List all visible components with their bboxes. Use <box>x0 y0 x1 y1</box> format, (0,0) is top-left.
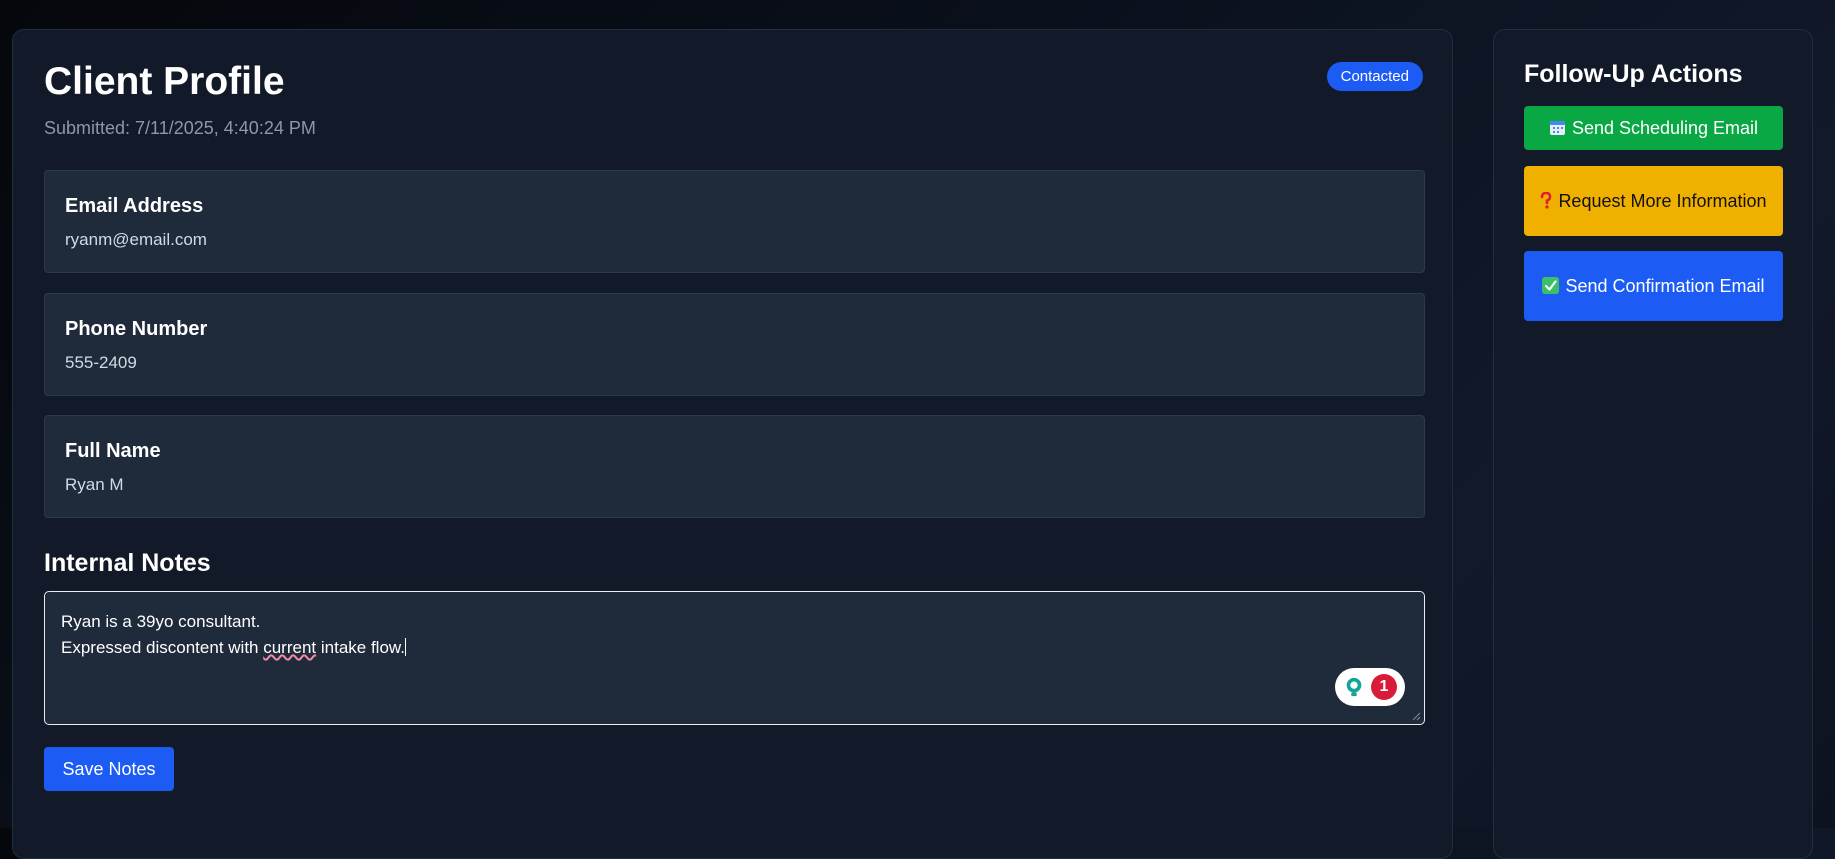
phone-label: Phone Number <box>65 318 208 340</box>
checkmark-icon <box>1542 276 1560 294</box>
send-scheduling-email-button[interactable]: Send Scheduling Email <box>1524 106 1783 150</box>
send-confirmation-email-button[interactable]: Send Confirmation Email <box>1524 251 1783 321</box>
button-label: Request More Information <box>1558 190 1767 211</box>
email-value: ryanm@email.com <box>65 230 207 249</box>
notes-textarea[interactable]: Ryan is a 39yo consultant. Expressed dis… <box>44 591 1425 725</box>
save-notes-button[interactable]: Save Notes <box>44 747 174 791</box>
follow-up-title: Follow-Up Actions <box>1524 60 1743 88</box>
follow-up-card: Follow-Up Actions Send Scheduling Email … <box>1493 29 1813 859</box>
issue-count-badge: 1 <box>1371 674 1397 700</box>
phone-value: 555-2409 <box>65 353 137 372</box>
phone-field-box: Phone Number 555-2409 <box>44 293 1425 396</box>
notes-text: Expressed discontent with <box>61 638 264 657</box>
email-field-box: Email Address ryanm@email.com <box>44 170 1425 273</box>
grammar-checker-widget[interactable]: 1 <box>1335 668 1405 706</box>
flagged-word[interactable]: current <box>263 638 316 657</box>
button-label: Send Confirmation Email <box>1565 275 1765 296</box>
email-label: Email Address <box>65 195 204 217</box>
question-mark-icon <box>1541 191 1552 209</box>
name-value: Ryan M <box>65 475 124 494</box>
button-label: Send Scheduling Email <box>1571 117 1759 138</box>
notes-line-1: Ryan is a 39yo consultant. <box>61 612 261 631</box>
lightbulb-icon <box>1346 677 1362 697</box>
resize-handle-icon[interactable] <box>1411 711 1421 721</box>
request-more-info-button[interactable]: Request More Information <box>1524 166 1783 236</box>
submitted-timestamp: Submitted: 7/11/2025, 4:40:24 PM <box>44 118 316 138</box>
notes-heading: Internal Notes <box>44 549 211 577</box>
name-field-box: Full Name Ryan M <box>44 415 1425 518</box>
name-label: Full Name <box>65 440 161 462</box>
notes-line-2: Expressed discontent with current intake… <box>61 635 1408 661</box>
calendar-icon <box>1549 120 1565 135</box>
page-title: Client Profile <box>44 60 285 103</box>
text-caret <box>404 638 406 656</box>
notes-text: intake flow. <box>316 638 405 657</box>
status-badge: Contacted <box>1326 62 1423 91</box>
client-profile-card: Client Profile Submitted: 7/11/2025, 4:4… <box>12 29 1453 859</box>
